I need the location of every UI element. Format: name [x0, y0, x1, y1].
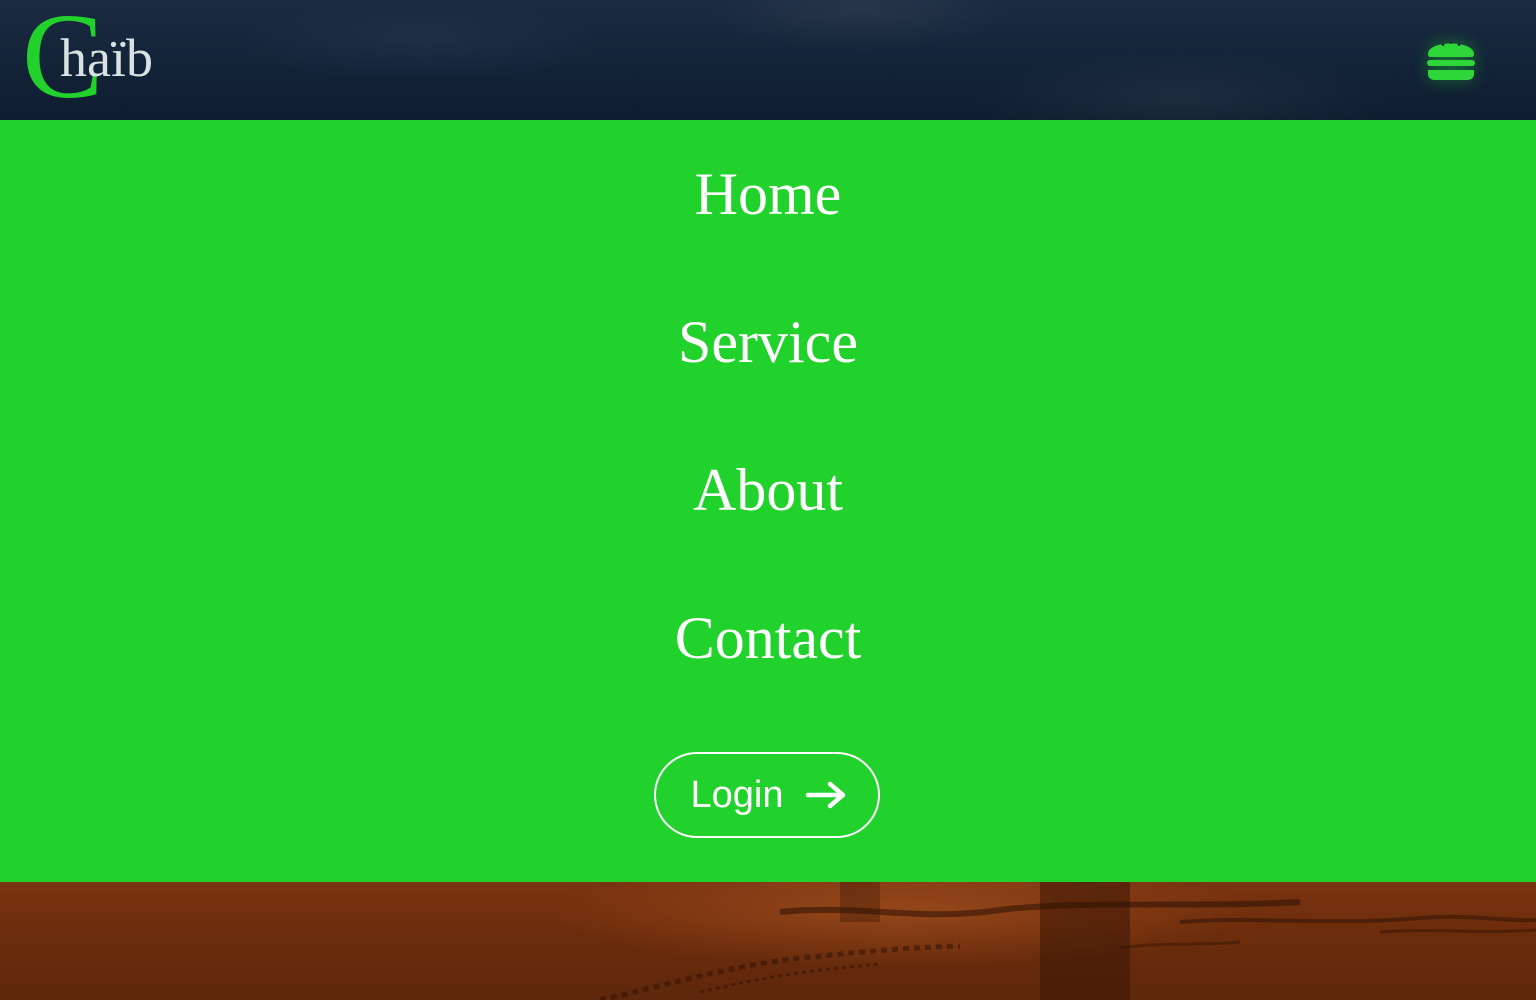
login-button[interactable]: Login — [654, 752, 880, 838]
nav-item-contact: Contact — [0, 602, 1536, 674]
login-label: Login — [690, 773, 784, 816]
arrow-right-icon — [806, 781, 846, 809]
site-logo[interactable]: C haïb — [22, 0, 172, 118]
site-header: C haïb — [0, 0, 1536, 120]
nav-item-about: About — [0, 454, 1536, 526]
sand-texture — [599, 882, 1536, 1000]
hero-background-image — [0, 882, 1536, 1000]
nav-link-contact[interactable]: Contact — [675, 605, 862, 671]
hamburger-menu-button[interactable] — [1423, 30, 1479, 86]
hamburger-icon — [1427, 41, 1475, 80]
logo-text: haïb — [60, 28, 153, 88]
nav-item-service: Service — [0, 306, 1536, 378]
nav-link-home[interactable]: Home — [695, 161, 842, 227]
nav-menu-panel: Home Service About Contact Login — [0, 120, 1536, 882]
nav-link-service[interactable]: Service — [678, 309, 858, 375]
nav-link-about[interactable]: About — [693, 457, 843, 523]
nav-item-home: Home — [0, 158, 1536, 230]
